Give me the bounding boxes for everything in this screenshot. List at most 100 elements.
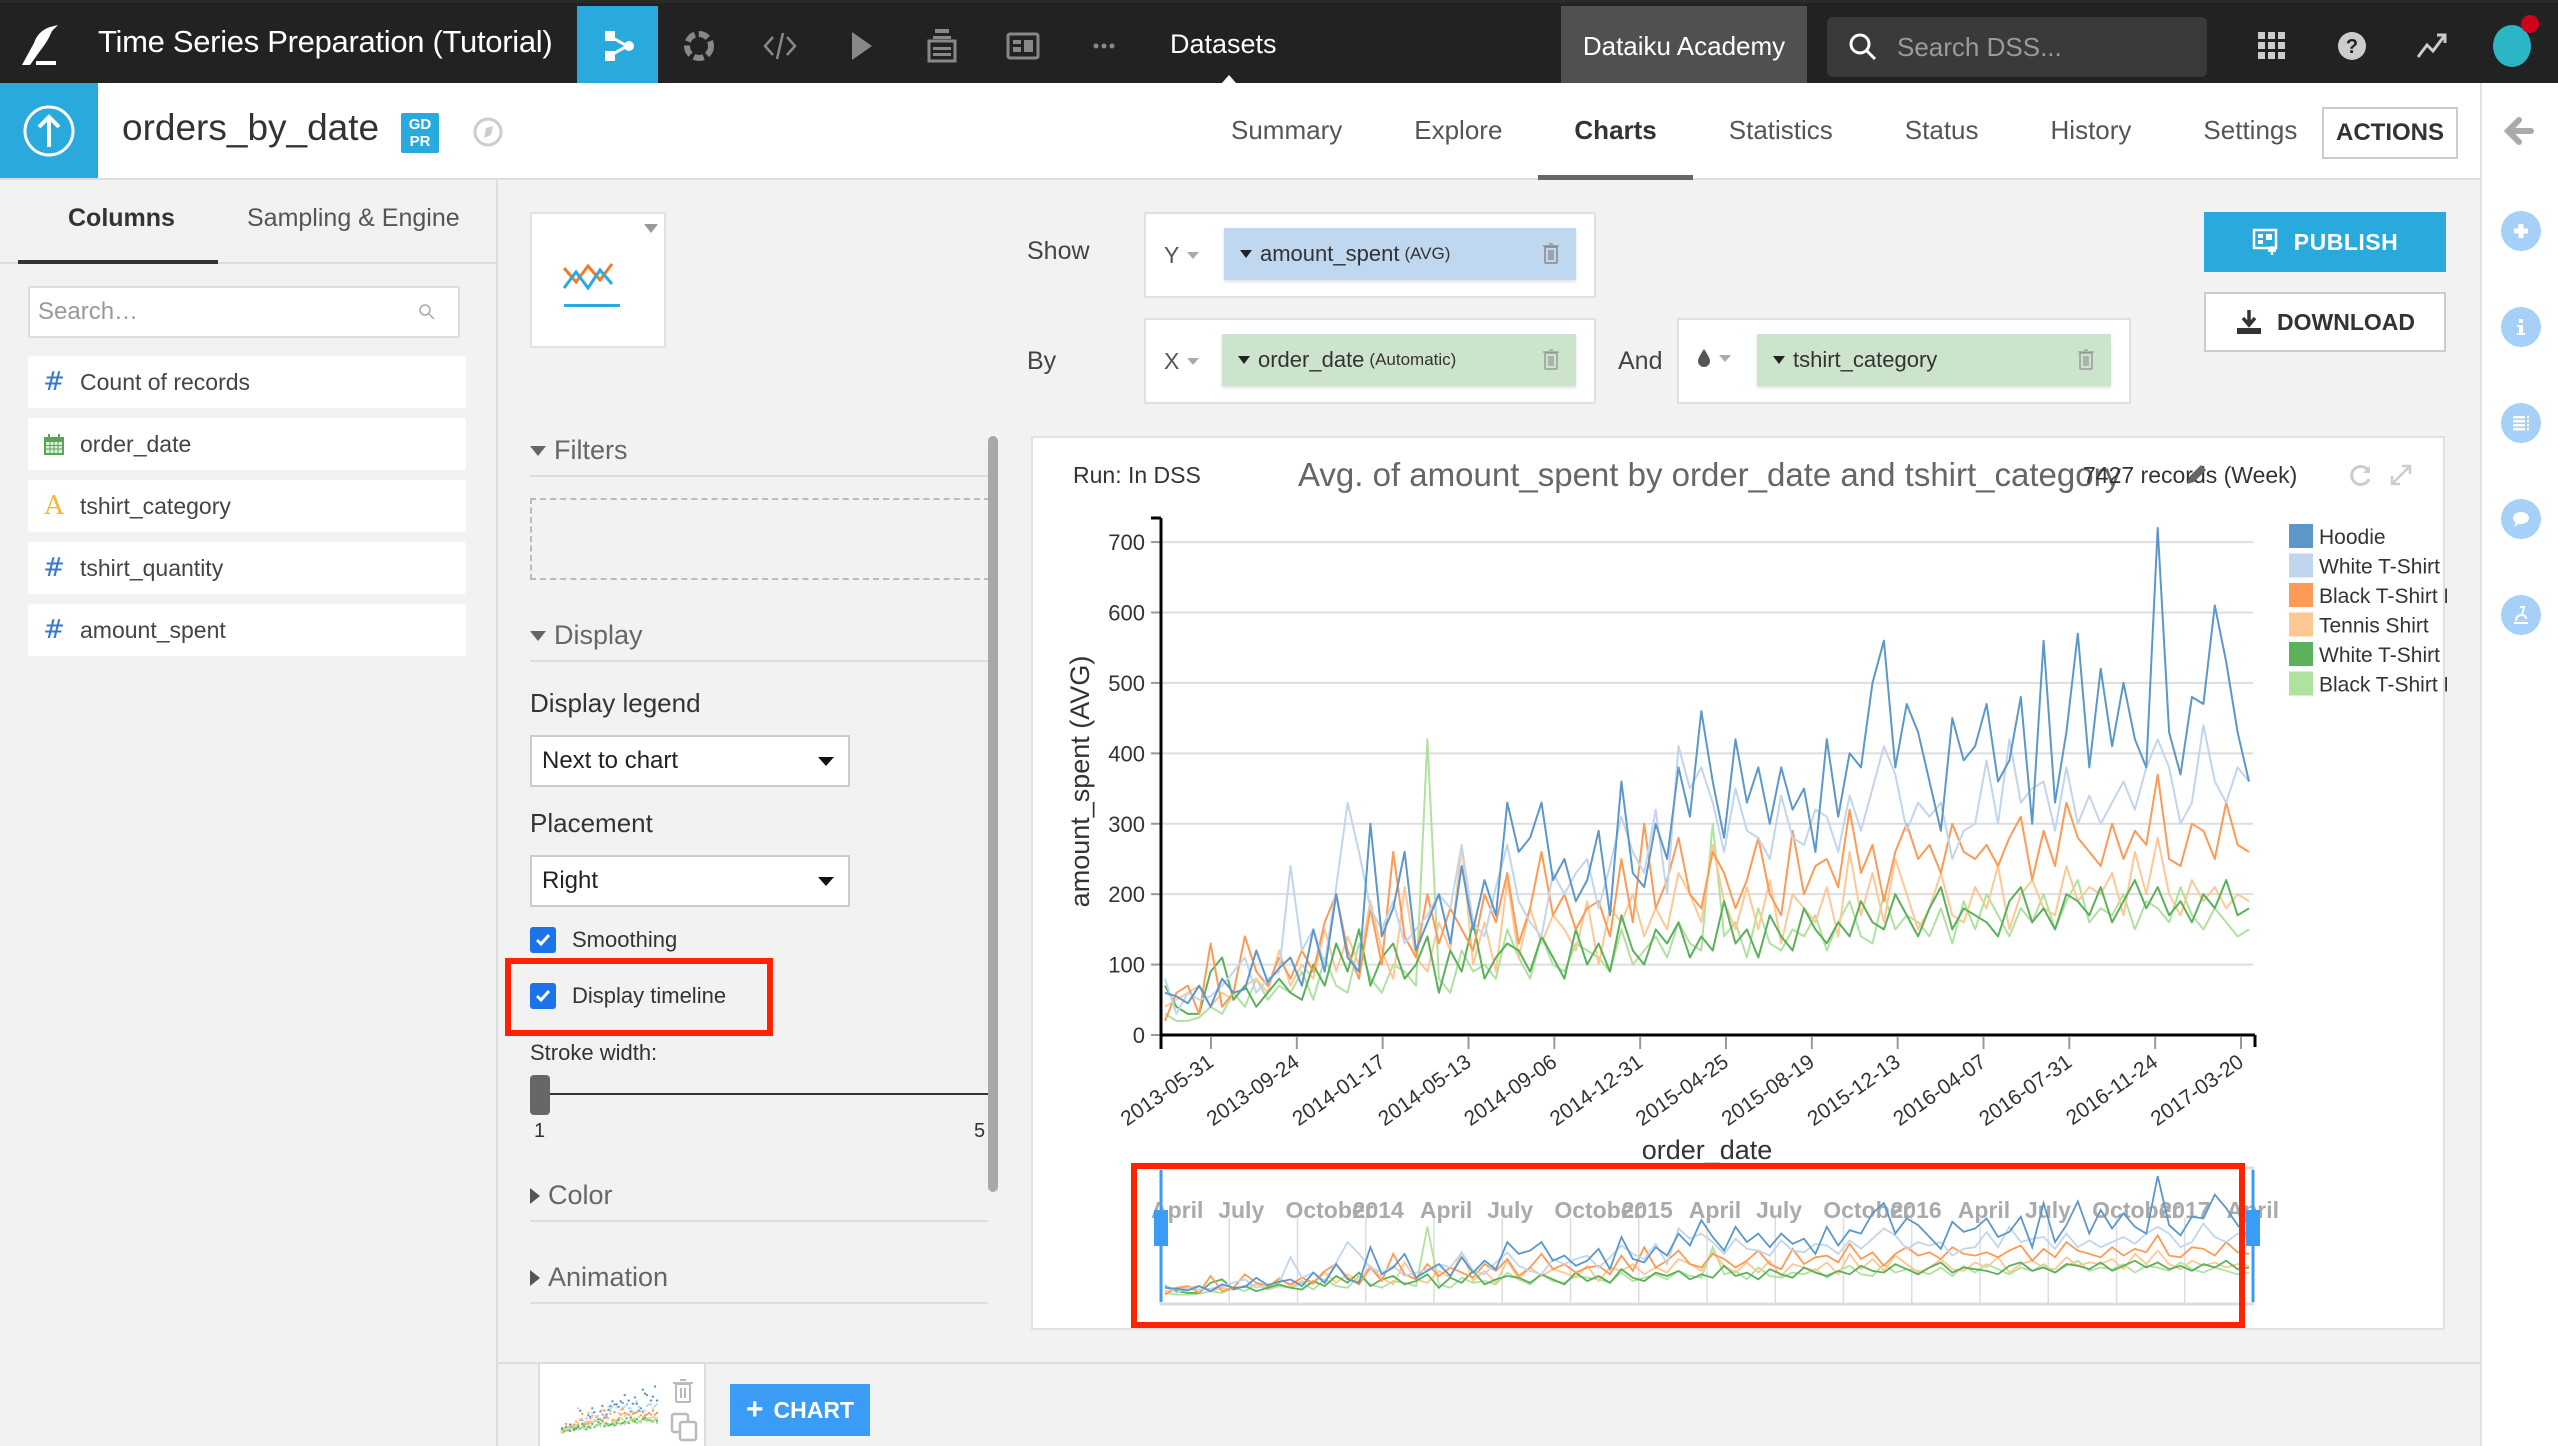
stroke-width-slider-track[interactable] — [538, 1093, 998, 1095]
compass-icon[interactable] — [472, 116, 504, 148]
project-title[interactable]: Time Series Preparation (Tutorial) — [98, 24, 553, 60]
column-item[interactable]: order_date — [28, 418, 466, 470]
color-dimension-dropzone[interactable]: tshirt_category — [1677, 318, 2131, 404]
chart-type-caret[interactable] — [644, 224, 658, 233]
filters-section-header[interactable]: Filters — [530, 435, 988, 477]
x-dimension-dropzone[interactable]: X order_date (Automatic) — [1144, 318, 1596, 404]
thumbnail-point — [593, 1418, 596, 1422]
refresh-icon[interactable] — [2348, 462, 2374, 488]
y-measure-dropzone[interactable]: Y amount_spent (AVG) — [1144, 212, 1596, 298]
more-icon[interactable] — [1063, 6, 1144, 86]
tab-summary[interactable]: Summary — [1195, 83, 1378, 178]
current-section-label[interactable]: Datasets — [1170, 29, 1277, 60]
placement-select[interactable]: Right — [530, 855, 850, 907]
flow-icon[interactable] — [577, 6, 658, 86]
chart-thumbnail[interactable] — [538, 1364, 706, 1446]
color-section-header[interactable]: Color — [530, 1180, 988, 1222]
column-item[interactable]: # Count of records — [28, 356, 466, 408]
color-selector[interactable] — [1697, 348, 1731, 368]
trash-icon[interactable] — [672, 1378, 694, 1404]
thumbnail-point — [631, 1410, 634, 1413]
trash-icon[interactable] — [1542, 242, 1560, 264]
column-search-box[interactable] — [28, 286, 460, 338]
lab-button[interactable] — [2501, 595, 2541, 635]
stroke-width-slider-handle[interactable] — [530, 1075, 550, 1115]
column-search-input[interactable] — [38, 298, 418, 326]
x-axis-selector[interactable]: X — [1164, 348, 1200, 375]
academy-button[interactable]: Dataiku Academy — [1561, 6, 1807, 86]
plus-icon — [2514, 224, 2528, 238]
global-search-placeholder[interactable]: Search DSS... — [1897, 32, 2062, 63]
dashboard-icon[interactable] — [982, 6, 1063, 86]
datasets-stack-icon[interactable] — [901, 6, 982, 86]
options-scrollbar[interactable] — [988, 436, 998, 1192]
help-icon[interactable]: ? — [2312, 6, 2392, 86]
thumbnail-point — [643, 1409, 647, 1412]
add-chart-button[interactable]: + CHART — [730, 1384, 870, 1436]
display-legend-select[interactable]: Next to chart — [530, 735, 850, 787]
run-icon[interactable] — [820, 6, 901, 86]
display-timeline-checkbox[interactable] — [530, 983, 556, 1009]
tab-columns[interactable]: Columns — [68, 204, 175, 233]
user-avatar-button[interactable] — [2472, 6, 2552, 86]
display-timeline-checkbox-row[interactable]: Display timeline — [530, 983, 726, 1009]
publish-button[interactable]: PUBLISH — [2204, 212, 2446, 272]
pill-caret-icon[interactable] — [1773, 356, 1785, 364]
arrow-left-icon[interactable] — [2501, 113, 2537, 149]
download-button[interactable]: DOWNLOAD — [2204, 292, 2446, 352]
dimension-pill-tshirt-category[interactable]: tshirt_category — [1757, 334, 2111, 386]
actions-button[interactable]: ACTIONS — [2322, 107, 2458, 159]
code-icon[interactable] — [739, 6, 820, 86]
dataset-type-icon — [0, 83, 98, 178]
animation-section-header[interactable]: Animation — [530, 1262, 988, 1304]
activity-trend-icon[interactable] — [2392, 6, 2472, 86]
info-button[interactable] — [2501, 307, 2541, 347]
apps-grid-icon[interactable] — [2232, 6, 2312, 86]
timeline-brush-right-handle[interactable] — [2246, 1210, 2260, 1246]
dataiku-bird-logo[interactable] — [14, 21, 66, 69]
dimension-pill-order-date[interactable]: order_date (Automatic) — [1222, 334, 1576, 386]
chart-type-selector[interactable] — [530, 212, 666, 348]
discussions-button[interactable] — [2501, 499, 2541, 539]
global-search-box[interactable]: Search DSS... — [1827, 17, 2207, 77]
thumbnail-point — [591, 1411, 594, 1415]
y-tick-label: 700 — [1108, 530, 1145, 555]
filter-drop-zone[interactable] — [530, 498, 990, 580]
expand-icon[interactable] — [2388, 462, 2414, 488]
tab-settings[interactable]: Settings — [2167, 83, 2333, 178]
thumbnail-point — [564, 1425, 568, 1429]
tab-status[interactable]: Status — [1869, 83, 2015, 178]
thumbnail-point — [635, 1421, 638, 1425]
column-item[interactable]: # amount_spent — [28, 604, 466, 656]
tab-explore[interactable]: Explore — [1378, 83, 1538, 178]
tab-charts[interactable]: Charts — [1538, 83, 1694, 180]
pill-caret-icon[interactable] — [1238, 356, 1250, 364]
y-axis-title: amount_spent (AVG) — [1065, 656, 1095, 908]
pill-caret-icon[interactable] — [1240, 250, 1252, 258]
thumbnail-point — [599, 1410, 602, 1413]
filters-title: Filters — [554, 435, 628, 465]
duplicate-icon[interactable] — [670, 1412, 698, 1442]
display-section-header[interactable]: Display — [530, 620, 988, 662]
dataset-name[interactable]: orders_by_date — [122, 107, 379, 149]
thumbnail-point — [617, 1418, 620, 1422]
smoothing-checkbox[interactable] — [530, 927, 556, 953]
tab-statistics[interactable]: Statistics — [1693, 83, 1869, 178]
series-line-tennis-shirt — [1164, 836, 2250, 1008]
smoothing-checkbox-row[interactable]: Smoothing — [530, 927, 677, 953]
details-list-button[interactable] — [2501, 403, 2541, 443]
column-item[interactable]: # tshirt_quantity — [28, 542, 466, 594]
edit-pencil-icon[interactable] — [2183, 462, 2209, 488]
thumbnail-point — [603, 1414, 606, 1418]
tab-history[interactable]: History — [2015, 83, 2168, 178]
gdpr-badge[interactable]: GD PR — [401, 113, 439, 153]
add-action-button[interactable] — [2501, 211, 2541, 251]
y-axis-selector[interactable]: Y — [1164, 242, 1200, 269]
recipes-icon[interactable] — [658, 6, 739, 86]
measure-pill-amount-spent[interactable]: amount_spent (AVG) — [1224, 228, 1576, 280]
column-item[interactable]: A tshirt_category — [28, 480, 466, 532]
thumbnail-point — [579, 1418, 582, 1421]
trash-icon[interactable] — [2077, 348, 2095, 370]
tab-sampling-engine[interactable]: Sampling & Engine — [247, 204, 460, 233]
trash-icon[interactable] — [1542, 348, 1560, 370]
